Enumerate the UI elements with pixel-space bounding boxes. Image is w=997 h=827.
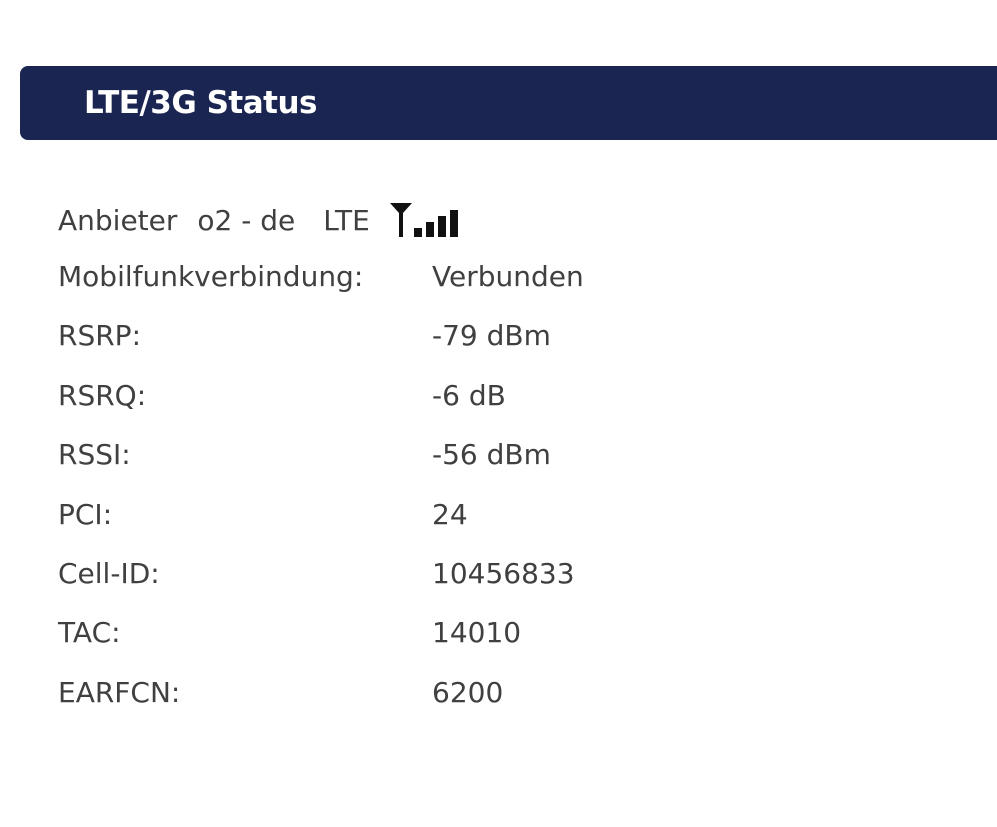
pci-value: 24 — [432, 497, 468, 531]
antenna-signal-bars-icon — [389, 201, 464, 241]
pci-label: PCI: — [58, 497, 113, 531]
connection-value: Verbunden — [432, 260, 584, 293]
cell-id-value: 10456833 — [432, 556, 575, 590]
rsrq-value: -6 dB — [432, 378, 506, 412]
tac-value: 14010 — [432, 616, 522, 650]
earfcn-label: EARFCN: — [58, 675, 181, 709]
page-title: LTE/3G Status — [84, 85, 317, 121]
provider-label: Anbieter — [58, 203, 178, 237]
rsrp-value: -79 dBm — [432, 319, 551, 353]
provider-row: Anbieter o2 - de LTE — [58, 198, 464, 242]
rssi-label: RSSI: — [58, 438, 131, 472]
signal-bar-1 — [413, 228, 422, 237]
signal-bar-2 — [425, 222, 434, 237]
cell-id-label: Cell-ID: — [58, 556, 160, 590]
connection-label: Mobilfunkverbindung: — [58, 260, 364, 293]
rsrp-label: RSRP: — [58, 319, 142, 353]
panel-header: LTE/3G Status — [20, 66, 997, 140]
rssi-value: -56 dBm — [432, 438, 551, 472]
signal-bar-3 — [437, 216, 446, 237]
earfcn-value: 6200 — [432, 675, 504, 709]
provider-name: o2 - de — [197, 203, 296, 237]
rsrq-label: RSRQ: — [58, 378, 147, 412]
signal-bar-4 — [449, 210, 458, 237]
tac-label: TAC: — [58, 616, 121, 650]
network-type: LTE — [323, 203, 370, 237]
